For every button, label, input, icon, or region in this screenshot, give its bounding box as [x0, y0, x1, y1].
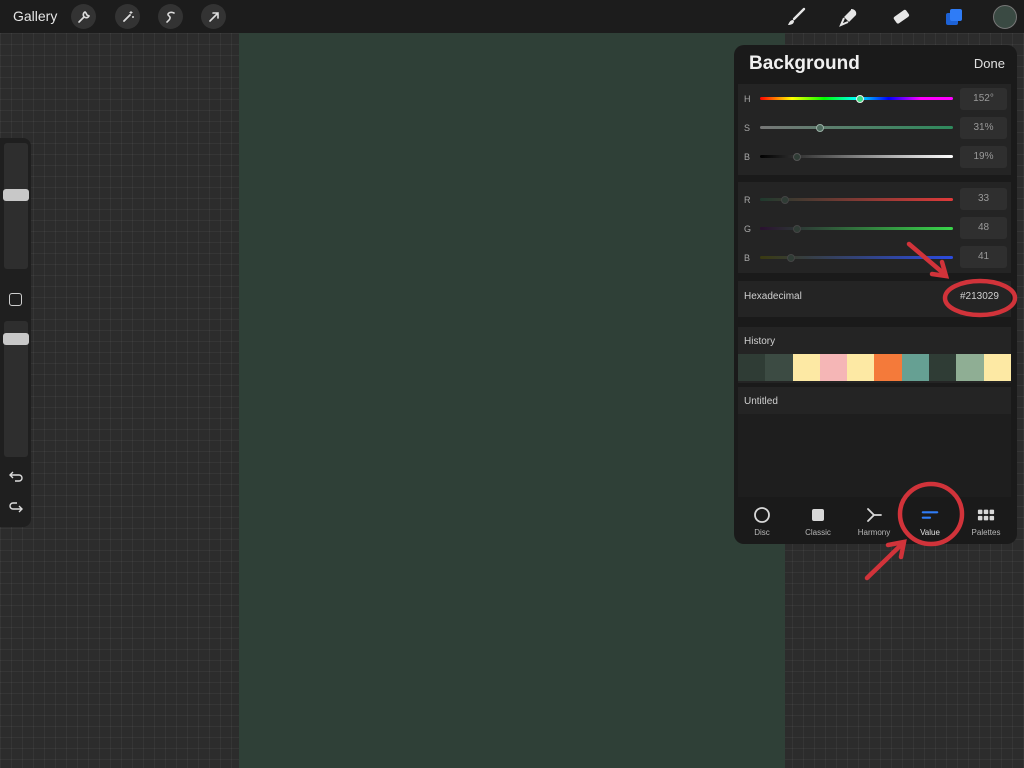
- red-knob[interactable]: [781, 195, 790, 204]
- tab-value-label: Value: [920, 528, 940, 537]
- color-mode-tabs: Disc Classic Harmony Value Palettes: [734, 500, 1017, 544]
- green-label: G: [744, 224, 752, 234]
- brush-size-slider[interactable]: [4, 143, 28, 269]
- value-arrow-line: [864, 543, 903, 581]
- blue-label: B: [744, 253, 751, 263]
- gallery-button[interactable]: Gallery: [13, 8, 57, 24]
- modify-square-icon[interactable]: [9, 293, 22, 306]
- eraser-icon[interactable]: [888, 4, 914, 30]
- saturation-slider[interactable]: [760, 126, 953, 129]
- tab-classic[interactable]: Classic: [790, 500, 846, 544]
- tab-disc-label: Disc: [754, 528, 770, 537]
- undo-icon[interactable]: [7, 469, 25, 483]
- red-value-field[interactable]: 33: [960, 188, 1007, 210]
- smudge-icon[interactable]: [836, 4, 862, 30]
- brush-icon[interactable]: [783, 4, 809, 30]
- disc-icon: [753, 506, 771, 524]
- red-label: R: [744, 195, 751, 205]
- value-arrow-head: [885, 539, 907, 560]
- green-knob[interactable]: [792, 224, 801, 233]
- history-swatch[interactable]: [983, 354, 1011, 381]
- wrench-icon[interactable]: [71, 4, 96, 29]
- palette-title: Untitled: [744, 396, 778, 407]
- history-swatch[interactable]: [929, 354, 957, 381]
- brightness-knob[interactable]: [792, 152, 801, 161]
- history-swatch[interactable]: [765, 354, 793, 381]
- tab-disc[interactable]: Disc: [734, 500, 790, 544]
- tab-harmony-label: Harmony: [857, 528, 891, 537]
- palette-section: Untitled: [738, 387, 1011, 497]
- tab-harmony[interactable]: Harmony: [846, 500, 902, 544]
- brightness-value-field[interactable]: 19%: [960, 146, 1007, 168]
- tab-value[interactable]: Value: [902, 500, 958, 544]
- history-swatch[interactable]: [874, 354, 902, 381]
- left-sidebar: [0, 138, 31, 527]
- magic-wand-icon[interactable]: [115, 4, 140, 29]
- value-sliders-icon: [921, 506, 939, 524]
- green-value-field[interactable]: 48: [960, 217, 1007, 239]
- hex-value-field[interactable]: #213029: [960, 291, 999, 302]
- rgb-section: R 33 G 48 B 41: [738, 182, 1011, 273]
- green-slider[interactable]: [760, 227, 953, 230]
- history-swatch[interactable]: [901, 354, 930, 381]
- top-toolbar: Gallery: [0, 0, 1024, 33]
- palette-swatch-area[interactable]: [738, 414, 1011, 497]
- redo-icon[interactable]: [7, 501, 25, 515]
- current-color-swatch[interactable]: [993, 5, 1017, 29]
- done-button[interactable]: Done: [974, 56, 1005, 71]
- opacity-thumb[interactable]: [3, 333, 29, 346]
- history-section: History: [738, 327, 1011, 383]
- palettes-grid-icon: [977, 506, 995, 524]
- history-swatch[interactable]: [792, 354, 820, 381]
- saturation-label: S: [744, 123, 751, 133]
- history-swatch[interactable]: [738, 354, 766, 381]
- color-panel: Background Done H 152° S 31% B 19% R 33: [734, 45, 1017, 544]
- hex-section: Hexadecimal #213029: [738, 281, 1011, 317]
- harmony-icon: [865, 506, 883, 524]
- hue-label: H: [744, 94, 751, 104]
- history-swatch[interactable]: [819, 354, 848, 381]
- blue-knob[interactable]: [786, 253, 795, 262]
- drawing-canvas[interactable]: [239, 33, 785, 768]
- history-swatch[interactable]: [847, 354, 875, 381]
- saturation-knob[interactable]: [815, 123, 824, 132]
- saturation-value-field[interactable]: 31%: [960, 117, 1007, 139]
- history-swatch[interactable]: [956, 354, 984, 381]
- transform-arrow-icon[interactable]: [201, 4, 226, 29]
- brush-size-thumb[interactable]: [3, 188, 29, 201]
- hex-label: Hexadecimal: [744, 291, 802, 302]
- history-label: History: [744, 336, 776, 347]
- hsb-section: H 152° S 31% B 19%: [738, 84, 1011, 175]
- classic-square-icon: [809, 506, 827, 524]
- history-swatches: [738, 354, 1011, 381]
- brightness-label: B: [744, 152, 751, 162]
- brightness-slider[interactable]: [760, 155, 953, 158]
- selection-icon[interactable]: [158, 4, 183, 29]
- panel-title: Background: [749, 53, 860, 74]
- tab-classic-label: Classic: [805, 528, 831, 537]
- layers-icon[interactable]: [941, 4, 967, 30]
- blue-value-field[interactable]: 41: [960, 246, 1007, 268]
- tab-palettes[interactable]: Palettes: [958, 500, 1014, 544]
- hue-value-field[interactable]: 152°: [960, 88, 1007, 110]
- hue-knob[interactable]: [856, 94, 865, 103]
- tab-palettes-label: Palettes: [971, 528, 1001, 537]
